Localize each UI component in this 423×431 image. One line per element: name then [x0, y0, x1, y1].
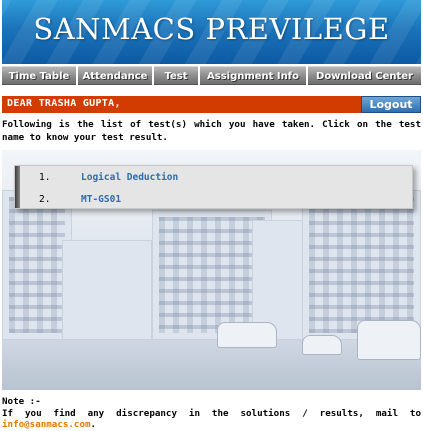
nav-bar: Time Table Attendance Test Assignment In… [2, 66, 421, 87]
greeting-text: DEAR TRASHA GUPTA, [7, 98, 121, 109]
test-number: 1. [39, 172, 51, 183]
intro-text: Following is the list of test(s) which y… [2, 119, 421, 143]
header-banner: SANMACS PREVILEGE [2, 0, 421, 64]
note-body: If you find any discrepancy in the solut… [2, 407, 421, 419]
note-period: . [90, 419, 97, 430]
nav-test[interactable]: Test [154, 66, 198, 85]
nav-attendance[interactable]: Attendance [78, 66, 152, 85]
nav-download-center[interactable]: Download Center [308, 66, 421, 85]
list-item: 1. Logical Deduction [15, 172, 412, 186]
note-section: Note :- If you find any discrepancy in t… [2, 396, 421, 431]
greeting-bar: DEAR TRASHA GUPTA, [2, 96, 421, 113]
nav-time-table[interactable]: Time Table [2, 66, 76, 85]
list-item: 2. MT-GS01 [15, 194, 412, 208]
test-link-logical-deduction[interactable]: Logical Deduction [81, 172, 178, 183]
nav-assignment-info[interactable]: Assignment Info [200, 66, 306, 85]
test-number: 2. [39, 194, 51, 205]
test-list: 1. Logical Deduction 2. MT-GS01 [14, 165, 413, 209]
site-title: SANMACS PREVILEGE [33, 12, 390, 46]
test-link-mt-gs01[interactable]: MT-GS01 [81, 194, 121, 205]
note-heading: Note :- [2, 396, 41, 407]
logout-button[interactable]: Logout [361, 96, 421, 113]
email-link[interactable]: info@sanmacs.com [2, 419, 91, 430]
